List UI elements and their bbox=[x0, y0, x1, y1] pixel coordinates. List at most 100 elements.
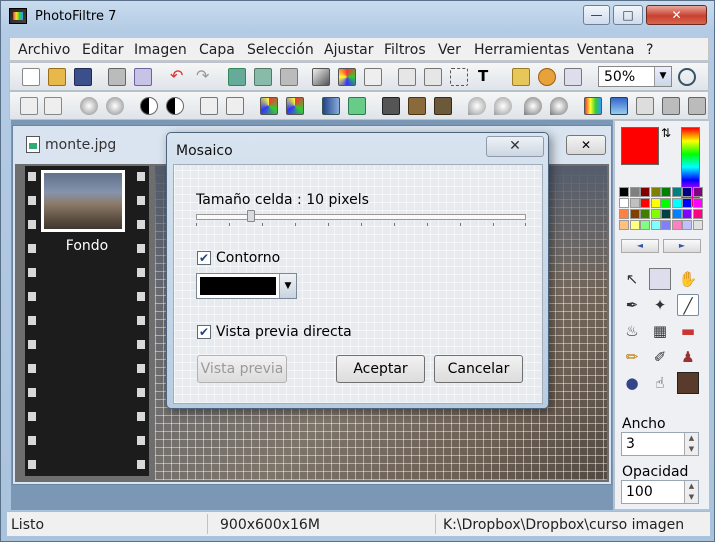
palette-swatch[interactable] bbox=[661, 209, 671, 219]
redo-icon[interactable]: ↷ bbox=[196, 66, 214, 85]
chevron-down-icon[interactable]: ▼ bbox=[279, 274, 296, 298]
eyedropper-tool-icon[interactable]: ✒ bbox=[621, 294, 643, 316]
explorer-icon[interactable] bbox=[512, 68, 530, 86]
menu-ajustar[interactable]: Ajustar bbox=[324, 42, 373, 58]
accept-button[interactable]: Aceptar bbox=[336, 355, 425, 383]
width-up-icon[interactable]: ▲ bbox=[684, 433, 698, 444]
palette-swatch[interactable] bbox=[682, 198, 692, 208]
menu-capa[interactable]: Capa bbox=[199, 42, 235, 58]
sharpen-icon[interactable] bbox=[524, 97, 542, 115]
cell-size-slider[interactable] bbox=[196, 214, 526, 220]
line-tool-icon[interactable]: ╱ bbox=[677, 294, 699, 316]
palette-swatch[interactable] bbox=[640, 187, 650, 197]
fill-tool-icon[interactable]: ♨ bbox=[621, 320, 643, 342]
auto-levels-icon[interactable] bbox=[20, 97, 38, 115]
grayscale-icon[interactable] bbox=[382, 97, 400, 115]
foreground-color[interactable] bbox=[621, 127, 659, 165]
transform-icon[interactable] bbox=[636, 97, 654, 115]
auto-contrast-icon[interactable] bbox=[44, 97, 62, 115]
gradient-icon[interactable] bbox=[312, 68, 330, 86]
contrast-up-icon[interactable] bbox=[166, 97, 184, 115]
save-icon[interactable] bbox=[74, 68, 92, 86]
advanced-brush-tool-icon[interactable]: ✐ bbox=[649, 346, 671, 368]
palette-swatch[interactable] bbox=[650, 209, 661, 219]
width-input[interactable]: 3 ▲ ▼ bbox=[621, 432, 699, 456]
menu-ventana[interactable]: Ventana bbox=[577, 42, 635, 58]
automation-icon[interactable] bbox=[364, 68, 382, 86]
clone-tool-icon[interactable] bbox=[677, 372, 699, 394]
palette-swatch[interactable] bbox=[661, 187, 671, 197]
palette-swatch[interactable] bbox=[629, 187, 640, 197]
palette-swatch[interactable] bbox=[650, 220, 661, 230]
minimize-button[interactable]: — bbox=[583, 5, 610, 25]
preview-button[interactable]: Vista previa bbox=[197, 355, 287, 383]
menu-editar[interactable]: Editar bbox=[82, 42, 123, 58]
zoom-in-icon[interactable] bbox=[678, 68, 696, 86]
menu-herramientas[interactable]: Herramientas bbox=[474, 42, 569, 58]
histogram-icon[interactable] bbox=[322, 97, 340, 115]
palette-swatch[interactable] bbox=[661, 220, 671, 230]
selection-icon[interactable] bbox=[450, 68, 468, 86]
swap-colors-icon[interactable]: ⇅ bbox=[661, 126, 671, 140]
palette-swatch[interactable] bbox=[640, 220, 650, 230]
palette-swatch[interactable] bbox=[640, 198, 650, 208]
opacity-input[interactable]: 100 ▲ ▼ bbox=[621, 480, 699, 504]
undo-icon[interactable]: ↶ bbox=[170, 66, 188, 85]
palette-next-button[interactable]: ► bbox=[663, 239, 701, 253]
palette-swatch[interactable] bbox=[629, 209, 640, 219]
palette-swatch[interactable] bbox=[640, 209, 650, 219]
flip-horizontal-icon[interactable] bbox=[398, 68, 416, 86]
palette-swatch[interactable] bbox=[619, 209, 629, 219]
smudge-tool-icon[interactable]: ☝ bbox=[649, 372, 671, 394]
palette-swatch[interactable] bbox=[682, 209, 692, 219]
magic-wand-selection-icon[interactable] bbox=[649, 268, 671, 290]
width-down-icon[interactable]: ▼ bbox=[684, 444, 698, 455]
paste-image-icon[interactable] bbox=[228, 68, 246, 86]
print-icon[interactable] bbox=[108, 68, 126, 86]
slider-thumb[interactable] bbox=[247, 210, 255, 222]
layer-thumbnail[interactable] bbox=[41, 170, 125, 232]
more-sharpen-icon[interactable] bbox=[550, 97, 568, 115]
menu-filtros[interactable]: Filtros bbox=[384, 42, 426, 58]
document-close-button[interactable]: ✕ bbox=[566, 135, 606, 155]
eraser-tool-icon[interactable]: ▬ bbox=[677, 320, 699, 342]
pointer-tool-icon[interactable]: ↖ bbox=[621, 268, 643, 290]
palette-swatch[interactable] bbox=[692, 209, 703, 219]
flip-vertical-icon[interactable] bbox=[424, 68, 442, 86]
menu-help[interactable]: ? bbox=[646, 42, 653, 58]
palette-swatch[interactable] bbox=[619, 198, 629, 208]
image-size-icon[interactable] bbox=[254, 68, 272, 86]
palette-swatch[interactable] bbox=[692, 187, 703, 197]
magic-wand-tool-icon[interactable]: ✦ bbox=[649, 294, 671, 316]
palette-swatch[interactable] bbox=[650, 187, 661, 197]
sky-filter-icon[interactable] bbox=[610, 97, 628, 115]
blur-icon[interactable] bbox=[468, 97, 486, 115]
opacity-up-icon[interactable]: ▲ bbox=[684, 481, 698, 492]
menu-seleccion[interactable]: Selección bbox=[247, 42, 314, 58]
blur-drop-tool-icon[interactable]: ● bbox=[621, 372, 643, 394]
hand-tool-icon[interactable]: ✋ bbox=[677, 268, 699, 290]
palette-swatch[interactable] bbox=[671, 209, 682, 219]
palette-swatch[interactable] bbox=[619, 187, 629, 197]
palette-swatch[interactable] bbox=[671, 187, 682, 197]
plugins-icon[interactable] bbox=[538, 68, 556, 86]
brush-tool-icon[interactable]: ✏ bbox=[621, 346, 643, 368]
hue-icon[interactable] bbox=[584, 97, 602, 115]
opacity-down-icon[interactable]: ▼ bbox=[684, 492, 698, 503]
palette-swatch[interactable] bbox=[671, 198, 682, 208]
zoom-select[interactable]: 50% ▼ bbox=[598, 66, 672, 87]
open-folder-icon[interactable] bbox=[48, 68, 66, 86]
menu-archivo[interactable]: Archivo bbox=[18, 42, 70, 58]
colors-icon[interactable] bbox=[338, 68, 356, 86]
palette-swatch[interactable] bbox=[629, 198, 640, 208]
contrast-down-icon[interactable] bbox=[140, 97, 158, 115]
maximize-button[interactable]: □ bbox=[613, 5, 643, 25]
palette-swatch[interactable] bbox=[629, 220, 640, 230]
more-filters-icon[interactable] bbox=[688, 97, 706, 115]
contorno-checkbox[interactable]: ✔ bbox=[197, 251, 211, 265]
palette-swatch[interactable] bbox=[682, 187, 692, 197]
live-preview-checkbox[interactable]: ✔ bbox=[197, 325, 211, 339]
properties-icon[interactable] bbox=[564, 68, 582, 86]
palette-swatch[interactable] bbox=[661, 198, 671, 208]
stamp-tool-icon[interactable]: ♟ bbox=[677, 346, 699, 368]
